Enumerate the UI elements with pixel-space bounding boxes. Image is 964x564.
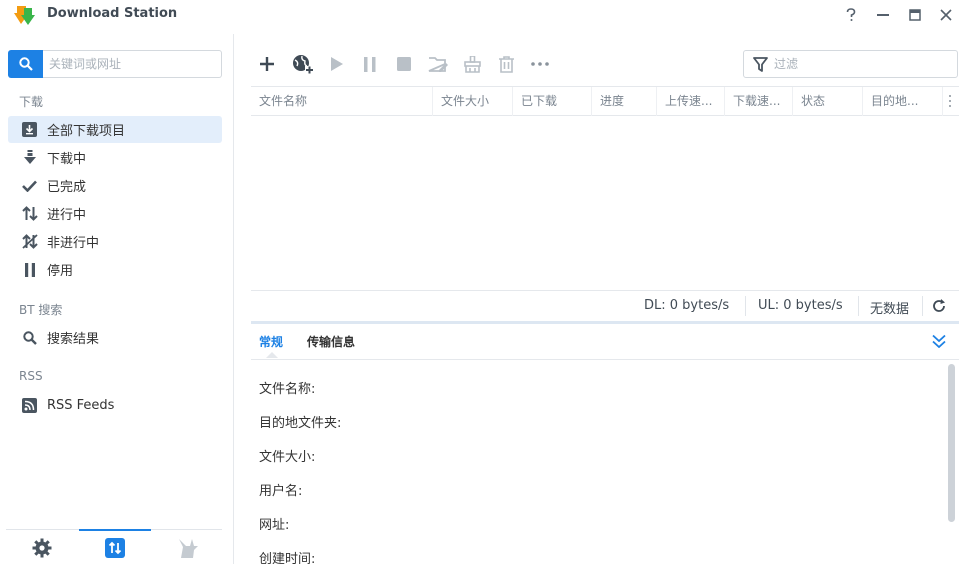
column-header-file-size[interactable]: 文件大小 xyxy=(433,87,513,116)
status-separator xyxy=(858,296,859,316)
download-list-body[interactable] xyxy=(251,117,959,290)
status-bar: DL: 0 bytes/s UL: 0 bytes/s 无数据 xyxy=(251,290,959,320)
transfer-icon[interactable] xyxy=(79,529,151,564)
more-icon[interactable] xyxy=(528,52,552,76)
column-header-downloaded[interactable]: 已下载 xyxy=(513,87,592,116)
resume-icon xyxy=(325,52,349,76)
filter-input[interactable] xyxy=(774,57,944,71)
detail-scrollbar[interactable] xyxy=(946,362,956,564)
download-box-icon xyxy=(21,121,38,138)
sidebar-item-search-results[interactable]: 搜索结果 xyxy=(8,324,222,351)
download-station-logo-icon xyxy=(14,4,36,26)
download-speed-total: DL: 0 bytes/s xyxy=(644,298,730,313)
sidebar: 下载 全部下载项目 下载中 已完成 进行中 非进行中 停用 BT 搜 xyxy=(0,34,234,564)
column-header-upload-speed[interactable]: 上传速... xyxy=(657,87,725,116)
maximize-icon[interactable] xyxy=(904,5,926,25)
column-header-status[interactable]: 状态 xyxy=(793,87,863,116)
sidebar-item-label: RSS Feeds xyxy=(47,398,115,413)
rss-icon xyxy=(21,397,38,414)
active-tab-indicator xyxy=(266,352,278,358)
field-label-file-size: 文件大小: xyxy=(259,450,316,465)
column-menu-icon[interactable] xyxy=(945,93,955,109)
search-input[interactable] xyxy=(43,50,222,78)
column-header-progress[interactable]: 进度 xyxy=(592,87,657,116)
sidebar-item-label: 停用 xyxy=(47,264,74,279)
clean-up-icon xyxy=(460,52,484,76)
sidebar-item-label: 非进行中 xyxy=(47,236,100,251)
add-icon[interactable] xyxy=(255,52,279,76)
arrow-down-icon xyxy=(21,149,38,166)
status-separator xyxy=(922,296,923,316)
detail-tabs: 常规 传输信息 xyxy=(251,324,959,360)
column-header-download-speed[interactable]: 下载速... xyxy=(725,87,793,116)
inactive-icon xyxy=(21,233,38,250)
sidebar-item-active[interactable]: 进行中 xyxy=(8,200,222,227)
sidebar-item-paused[interactable]: 停用 xyxy=(8,256,222,283)
section-label-download: 下载 xyxy=(19,95,44,109)
sidebar-item-label: 全部下载项目 xyxy=(47,124,126,139)
field-label-destination: 目的地文件夹: xyxy=(259,416,342,431)
sidebar-item-label: 下载中 xyxy=(47,152,87,167)
help-icon[interactable] xyxy=(840,5,862,25)
window-title: Download Station xyxy=(47,6,178,21)
search-icon xyxy=(21,329,38,346)
edit-destination-icon xyxy=(426,52,450,76)
field-label-url: 网址: xyxy=(259,518,290,533)
section-label-rss: RSS xyxy=(19,369,43,383)
sidebar-bottom-tabs xyxy=(6,529,222,564)
download-list-header: 文件名称 文件大小 已下载 进度 上传速... 下载速... 状态 目的地... xyxy=(251,86,959,116)
sidebar-item-label: 进行中 xyxy=(47,208,87,223)
sidebar-item-label: 搜索结果 xyxy=(47,332,100,347)
tab-transfer[interactable]: 传输信息 xyxy=(307,333,355,350)
emule-icon[interactable] xyxy=(151,530,223,564)
upload-speed-total: UL: 0 bytes/s xyxy=(758,298,843,313)
column-header-file-name[interactable]: 文件名称 xyxy=(251,87,433,116)
tab-general[interactable]: 常规 xyxy=(259,333,283,350)
search-button[interactable] xyxy=(8,50,44,78)
stop-icon xyxy=(392,52,416,76)
field-label-created-time: 创建时间: xyxy=(259,552,316,564)
sidebar-item-label: 已完成 xyxy=(47,180,87,195)
up-down-arrows-icon xyxy=(21,205,38,222)
section-label-bt-search: BT 搜索 xyxy=(19,303,63,317)
sidebar-item-completed[interactable]: 已完成 xyxy=(8,172,222,199)
field-label-username: 用户名: xyxy=(259,484,303,499)
sidebar-item-inactive[interactable]: 非进行中 xyxy=(8,228,222,255)
filter-box[interactable] xyxy=(743,50,958,78)
sidebar-item-rss-feeds[interactable]: RSS Feeds xyxy=(8,392,222,419)
column-header-destination[interactable]: 目的地... xyxy=(863,87,943,116)
no-data-label: 无数据 xyxy=(870,302,910,317)
filter-icon xyxy=(753,56,768,72)
close-icon[interactable] xyxy=(935,5,957,25)
add-url-icon[interactable] xyxy=(291,52,315,76)
pause-icon xyxy=(21,261,38,278)
title-bar: Download Station xyxy=(0,0,964,32)
minimize-icon[interactable] xyxy=(872,5,894,25)
sidebar-item-downloading[interactable]: 下载中 xyxy=(8,144,222,171)
collapse-panel-icon[interactable] xyxy=(929,331,949,351)
status-separator xyxy=(745,296,746,316)
field-label-file-name: 文件名称: xyxy=(259,382,316,397)
check-icon xyxy=(21,177,38,194)
pause-icon xyxy=(358,52,382,76)
settings-icon[interactable] xyxy=(6,530,78,564)
refresh-icon[interactable] xyxy=(932,299,946,317)
delete-icon xyxy=(494,52,518,76)
sidebar-item-all-downloads[interactable]: 全部下载项目 xyxy=(8,116,222,143)
scrollbar-thumb[interactable] xyxy=(948,364,955,522)
